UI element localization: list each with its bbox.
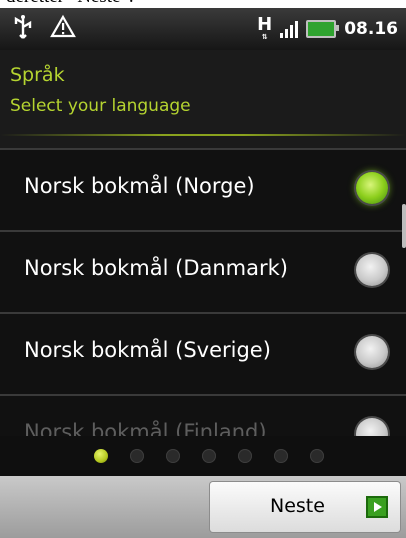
clock: 08.16 <box>344 18 398 39</box>
warning-icon <box>50 14 76 38</box>
language-header: Språk Select your language <box>0 50 406 148</box>
page-dot <box>238 449 252 463</box>
header-divider <box>0 134 406 136</box>
radio-button-selected[interactable] <box>356 172 388 204</box>
page-dot <box>202 449 216 463</box>
language-item-norge[interactable]: Norsk bokmål (Norge) <box>0 150 406 230</box>
radio-button[interactable] <box>356 336 388 368</box>
page-subtitle: Select your language <box>10 96 191 116</box>
next-button-label: Neste <box>270 495 325 517</box>
page-dot <box>274 449 288 463</box>
status-bar: H ⇅ 08.16 <box>0 8 406 50</box>
page-indicator <box>0 436 406 476</box>
language-label: Norsk bokmål (Sverige) <box>24 338 271 362</box>
page-title: Språk <box>10 64 65 86</box>
page-dot-active <box>94 449 108 463</box>
caption-text: deretter “Neste”. <box>0 0 406 8</box>
language-label: Norsk bokmål (Norge) <box>24 174 255 198</box>
usb-icon <box>14 15 32 39</box>
radio-button[interactable] <box>356 418 388 436</box>
page-dot <box>130 449 144 463</box>
signal-icon <box>280 20 299 38</box>
hspa-icon: H ⇅ <box>257 14 273 41</box>
radio-button[interactable] <box>356 254 388 286</box>
arrow-right-icon <box>366 496 388 518</box>
language-list[interactable]: Norsk bokmål (Norge) Norsk bokmål (Danma… <box>0 148 406 436</box>
language-item-finland[interactable]: Norsk bokmål (Finland) <box>0 396 406 436</box>
bottom-bar: Neste <box>0 476 406 538</box>
language-item-sverige[interactable]: Norsk bokmål (Sverige) <box>0 314 406 394</box>
scrollbar[interactable] <box>402 204 406 248</box>
language-item-danmark[interactable]: Norsk bokmål (Danmark) <box>0 232 406 312</box>
page-dot <box>310 449 324 463</box>
language-label: Norsk bokmål (Danmark) <box>24 256 288 280</box>
next-button[interactable]: Neste <box>210 482 400 532</box>
battery-icon <box>306 19 340 38</box>
phone-screen: H ⇅ 08.16 Språk Select your language Nor… <box>0 8 406 538</box>
page-dot <box>166 449 180 463</box>
language-label: Norsk bokmål (Finland) <box>24 420 267 436</box>
